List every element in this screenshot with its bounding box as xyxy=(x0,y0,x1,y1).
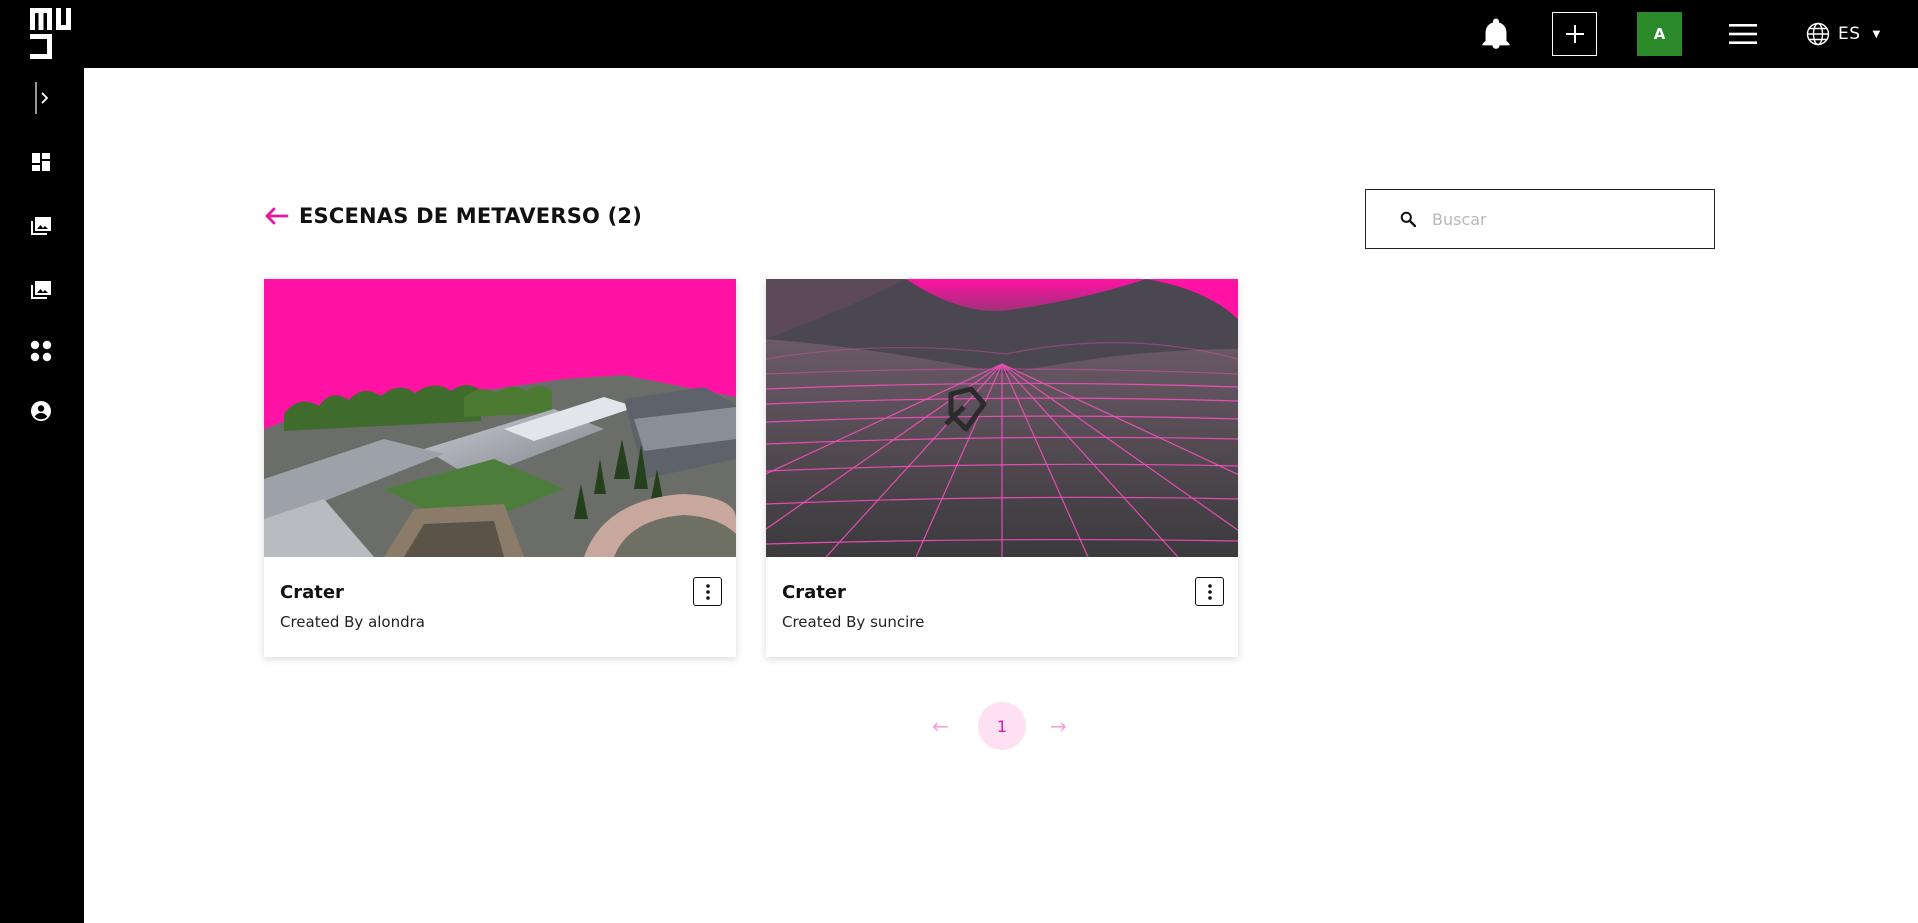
language-selector[interactable]: ES ▼ xyxy=(1806,20,1880,48)
sidebar-item-apps[interactable] xyxy=(28,338,54,364)
add-button[interactable] xyxy=(1552,12,1597,56)
prev-page-button[interactable]: ← xyxy=(932,714,949,738)
more-vertical-icon xyxy=(1207,583,1212,600)
pagination: ← 1 → xyxy=(930,702,1074,750)
scene-author: Created By suncire xyxy=(782,613,925,631)
search-icon xyxy=(1400,211,1416,227)
chevron-right-icon xyxy=(35,82,49,114)
more-options-button[interactable] xyxy=(693,577,722,606)
image-icon xyxy=(31,281,51,299)
user-avatar[interactable]: A xyxy=(1637,12,1682,56)
globe-icon xyxy=(1806,22,1830,46)
search-box xyxy=(1365,189,1715,249)
caret-down-icon: ▼ xyxy=(1872,28,1881,40)
scene-card[interactable]: Crater Created By alondra xyxy=(264,279,736,657)
account-icon xyxy=(31,401,51,421)
top-bar: A ES ▼ xyxy=(0,0,1918,68)
photo-library-icon xyxy=(31,217,51,235)
muy-logo[interactable] xyxy=(30,8,82,60)
bell-icon[interactable] xyxy=(1481,18,1511,50)
sidebar-item-images[interactable] xyxy=(28,277,54,303)
dashboard-icon xyxy=(32,153,50,171)
sidebar-item-dashboard[interactable] xyxy=(28,149,54,175)
neon-grid-scene-thumbnail xyxy=(766,279,1238,557)
more-options-button[interactable] xyxy=(1195,577,1224,606)
next-page-button[interactable]: → xyxy=(1050,714,1067,738)
sidebar-item-photo-library[interactable] xyxy=(28,213,54,239)
sidebar-expand-button[interactable] xyxy=(28,82,54,114)
apps-icon xyxy=(30,340,52,362)
page-header: ESCENAS DE METAVERSO (2) xyxy=(263,204,642,228)
page-title: ESCENAS DE METAVERSO (2) xyxy=(299,204,643,228)
scene-card[interactable]: Crater Created By suncire xyxy=(766,279,1238,657)
plus-icon xyxy=(1565,25,1584,43)
scene-author: Created By alondra xyxy=(280,613,425,631)
scene-name: Crater xyxy=(782,582,846,603)
back-arrow-icon[interactable] xyxy=(263,206,289,226)
aerial-city-scene-thumbnail xyxy=(264,279,736,557)
search-input[interactable] xyxy=(1432,209,1692,229)
hamburger-menu-icon[interactable] xyxy=(1729,21,1757,47)
sidebar-item-account[interactable] xyxy=(28,398,54,424)
sidebar xyxy=(0,68,84,923)
page-number-current[interactable]: 1 xyxy=(978,702,1026,750)
language-label: ES xyxy=(1838,24,1861,44)
scene-name: Crater xyxy=(280,582,344,603)
more-vertical-icon xyxy=(705,583,710,600)
